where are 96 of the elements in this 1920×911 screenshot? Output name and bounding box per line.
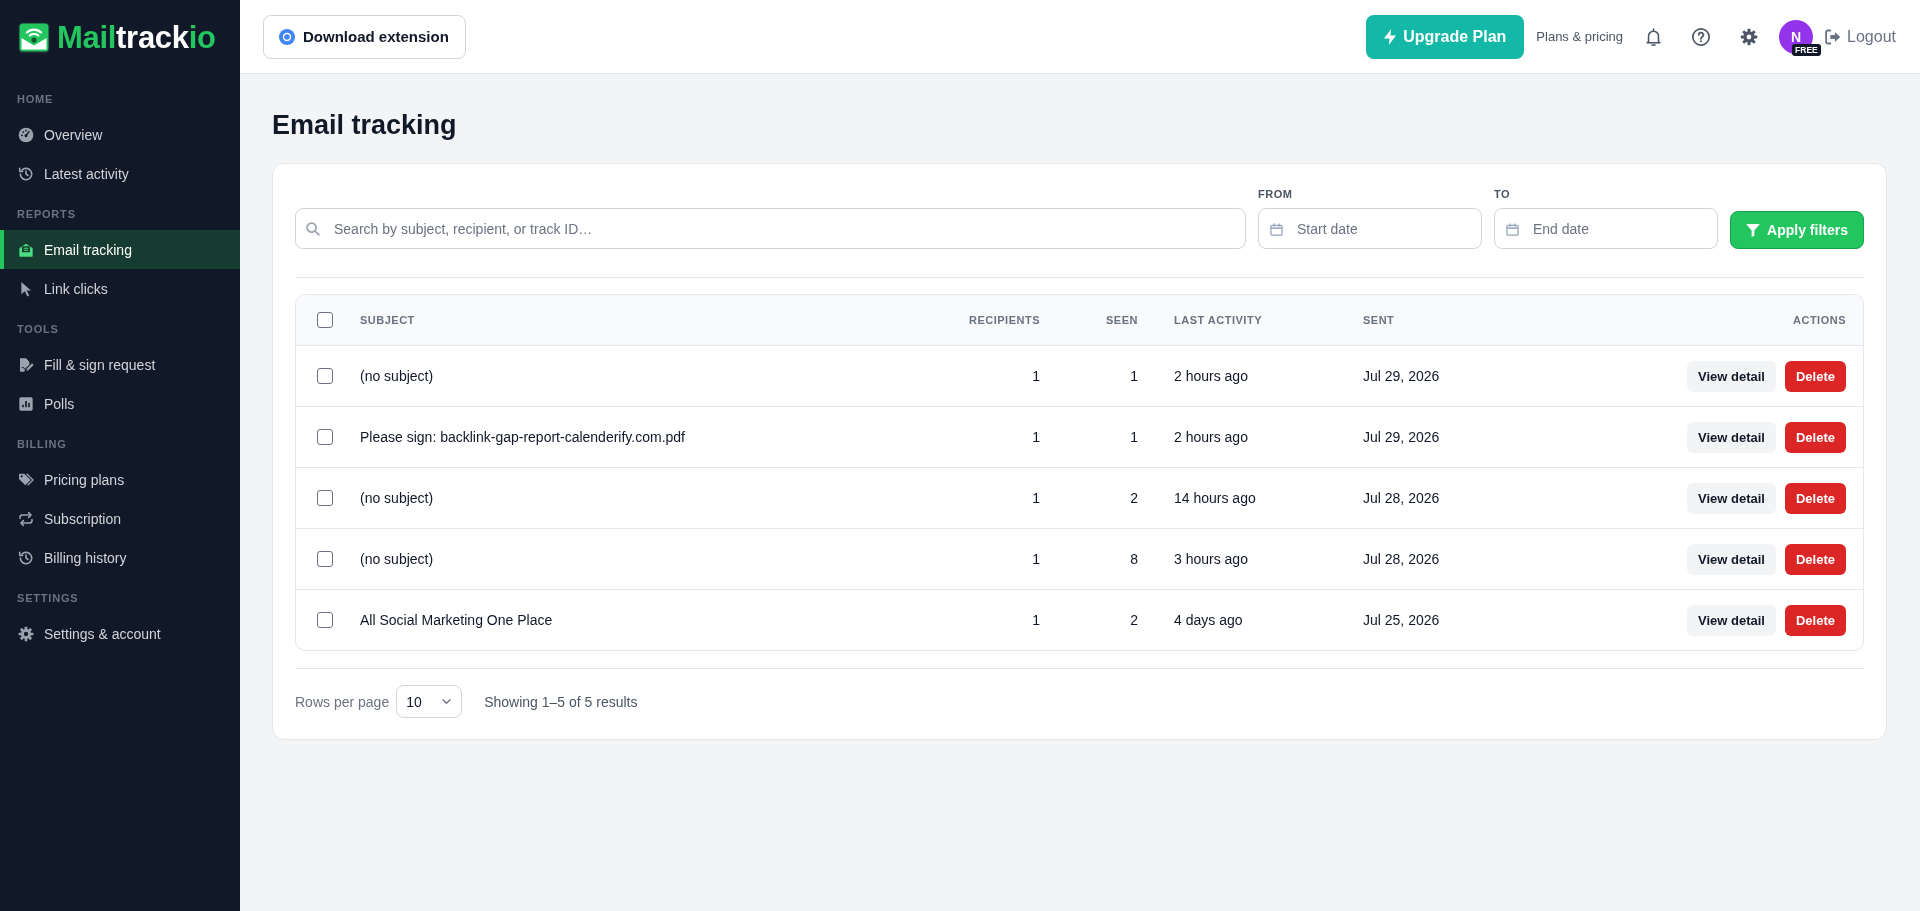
- subject-text: All Social Marketing One Place: [360, 612, 553, 628]
- last-activity-text: 3 hours ago: [1174, 551, 1248, 567]
- sent-date: Jul 29, 2026: [1363, 368, 1440, 384]
- bell-icon: [1645, 27, 1661, 46]
- section-heading: BILLING: [16, 437, 67, 452]
- tag-icon: [18, 471, 34, 488]
- nav-item[interactable]: Pricing plans: [0, 460, 240, 499]
- delete-button[interactable]: Delete: [1784, 482, 1846, 514]
- download-extension-button[interactable]: Download extension: [263, 14, 466, 59]
- nav-item[interactable]: Fill & sign request: [0, 345, 240, 384]
- circle-logo-icon: [279, 28, 295, 45]
- delete-button[interactable]: Delete: [1784, 543, 1846, 575]
- nav-item[interactable]: Billing history: [0, 538, 240, 577]
- row-checkbox[interactable]: [317, 429, 333, 445]
- column-header: RECIPIENTS: [969, 314, 1040, 326]
- last-activity-text: 2 hours ago: [1174, 368, 1248, 384]
- row-checkbox[interactable]: [317, 612, 333, 628]
- recipients-count: 1: [1032, 551, 1040, 567]
- column-header: ACTIONS: [1793, 314, 1846, 326]
- view-detail-button[interactable]: View detail: [1687, 604, 1776, 636]
- nav-item[interactable]: Settings & account: [0, 614, 240, 653]
- select-all-checkbox[interactable]: [317, 312, 333, 328]
- last-activity-text: 14 hours ago: [1174, 490, 1256, 506]
- date-field[interactable]: End date: [1494, 208, 1718, 249]
- calendar-icon: [1506, 222, 1519, 236]
- row-checkbox[interactable]: [317, 490, 333, 506]
- gauge-icon: [18, 126, 34, 143]
- recipients-count: 1: [1032, 490, 1040, 506]
- sent-date: Jul 28, 2026: [1363, 551, 1440, 567]
- subject-text: (no subject): [360, 490, 434, 506]
- date-field[interactable]: Start date: [1258, 208, 1482, 249]
- logout-button[interactable]: Logout: [1825, 27, 1896, 46]
- field-label: FROM: [1258, 187, 1293, 202]
- recipients-count: 1: [1032, 368, 1040, 384]
- last-activity-text: 2 hours ago: [1174, 429, 1248, 445]
- nav-item[interactable]: Latest activity: [0, 154, 240, 193]
- row-checkbox[interactable]: [317, 551, 333, 567]
- subject-text: (no subject): [360, 551, 434, 567]
- nav-item[interactable]: Polls: [0, 384, 240, 423]
- section-heading: REPORTS: [16, 207, 76, 222]
- seen-count: 2: [1130, 490, 1138, 506]
- column-header: SEEN: [1106, 314, 1138, 326]
- field-label: TO: [1494, 187, 1511, 202]
- history-icon: [18, 549, 34, 566]
- section-heading: HOME: [16, 92, 54, 107]
- section-heading: TOOLS: [16, 322, 59, 337]
- calendar-icon: [1270, 222, 1283, 236]
- recipients-count: 1: [1032, 429, 1040, 445]
- chevron-down-icon: [442, 699, 452, 704]
- seen-count: 1: [1130, 368, 1138, 384]
- search-icon: [306, 221, 320, 236]
- document-pen-icon: [18, 356, 34, 373]
- nav-item[interactable]: Subscription: [0, 499, 240, 538]
- section-heading: SETTINGS: [16, 591, 79, 606]
- view-detail-button[interactable]: View detail: [1687, 421, 1776, 453]
- column-header: LAST ACTIVITY: [1174, 314, 1262, 326]
- bar-chart-icon: [18, 395, 34, 412]
- lightning-icon: [1384, 28, 1397, 45]
- rows-per-page-select[interactable]: 10: [396, 685, 463, 718]
- seen-count: 2: [1130, 612, 1138, 628]
- delete-button[interactable]: Delete: [1784, 360, 1846, 392]
- subject-text: Please sign: backlink-gap-report-calenderify.com.pdf: [360, 429, 685, 445]
- last-activity-text: 4 days ago: [1174, 612, 1243, 628]
- subject-text: (no subject): [360, 368, 434, 384]
- plans-pricing-link[interactable]: Plans & pricing: [1536, 29, 1624, 44]
- seen-count: 1: [1130, 429, 1138, 445]
- sent-date: Jul 28, 2026: [1363, 490, 1440, 506]
- column-header: SENT: [1363, 314, 1395, 326]
- search-field[interactable]: Search by subject, recipient, or track ID…: [295, 208, 1246, 249]
- recipients-count: 1: [1032, 612, 1040, 628]
- delete-button[interactable]: Delete: [1784, 604, 1846, 636]
- open-envelope-icon: [18, 241, 34, 258]
- view-detail-button[interactable]: View detail: [1687, 360, 1776, 392]
- nav-item[interactable]: Link clicks: [0, 269, 240, 308]
- view-detail-button[interactable]: View detail: [1687, 543, 1776, 575]
- column-header: SUBJECT: [360, 314, 415, 326]
- settings-icon: [1740, 27, 1759, 46]
- logo-text: Mailtrackio: [57, 21, 216, 55]
- results-summary: Showing 1–5 of 5 results: [484, 693, 638, 710]
- nav-item[interactable]: Overview: [0, 115, 240, 154]
- filter-icon: [1746, 223, 1761, 237]
- seen-count: 8: [1130, 551, 1138, 567]
- logout-icon: [1825, 28, 1842, 45]
- delete-button[interactable]: Delete: [1784, 421, 1846, 453]
- sent-date: Jul 25, 2026: [1363, 612, 1440, 628]
- rows-per-page-label: Rows per page: [295, 693, 390, 710]
- history-icon: [18, 165, 34, 182]
- envelope-logo-icon: [18, 22, 50, 54]
- nav-item[interactable]: Email tracking: [0, 230, 240, 269]
- sent-date: Jul 29, 2026: [1363, 429, 1440, 445]
- help-icon: [1692, 27, 1711, 46]
- view-detail-button[interactable]: View detail: [1687, 482, 1776, 514]
- repeat-icon: [18, 510, 34, 527]
- row-checkbox[interactable]: [317, 368, 333, 384]
- page-title: Email tracking: [272, 109, 457, 141]
- settings-icon: [18, 625, 34, 642]
